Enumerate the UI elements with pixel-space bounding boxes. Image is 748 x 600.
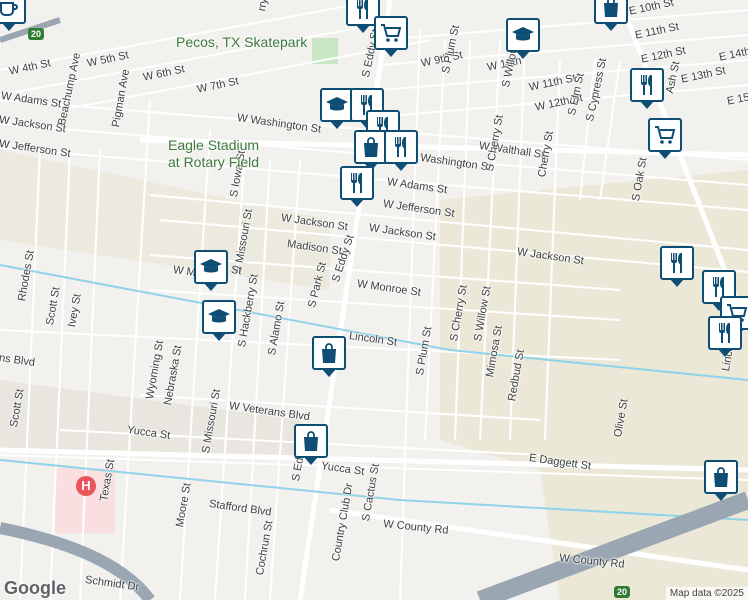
street-label: St xyxy=(230,264,243,278)
fork-knife-icon[interactable] xyxy=(384,130,418,171)
fork-knife-icon[interactable] xyxy=(708,316,742,357)
school-icon[interactable] xyxy=(194,250,228,291)
poi-label[interactable]: Pecos, TX Skatepark xyxy=(176,34,307,50)
google-logo: Google xyxy=(4,578,66,598)
fork-knife-icon[interactable] xyxy=(630,68,664,109)
fork-knife-icon[interactable] xyxy=(660,246,694,287)
interstate-shield: 20 xyxy=(28,28,45,40)
bag-icon[interactable] xyxy=(704,460,738,501)
school-icon[interactable] xyxy=(506,18,540,59)
bag-icon[interactable] xyxy=(354,130,388,171)
map-attribution[interactable]: Map data ©2025 xyxy=(665,587,748,600)
bag-icon[interactable] xyxy=(594,0,628,31)
school-icon[interactable] xyxy=(320,88,354,129)
bag-icon[interactable] xyxy=(294,424,328,465)
poi-label[interactable]: at Rotary Field xyxy=(168,154,259,170)
interstate-shield-south: 20 xyxy=(614,586,631,598)
poi-label[interactable]: Eagle Stadium xyxy=(168,137,259,153)
hospital-icon[interactable]: H xyxy=(76,476,96,496)
school-icon[interactable] xyxy=(202,300,236,341)
coffee-icon[interactable] xyxy=(0,0,26,31)
cart-icon[interactable] xyxy=(374,16,408,57)
fork-knife-icon[interactable] xyxy=(340,166,374,207)
bag-icon[interactable] xyxy=(312,336,346,377)
cart-icon[interactable] xyxy=(648,118,682,159)
